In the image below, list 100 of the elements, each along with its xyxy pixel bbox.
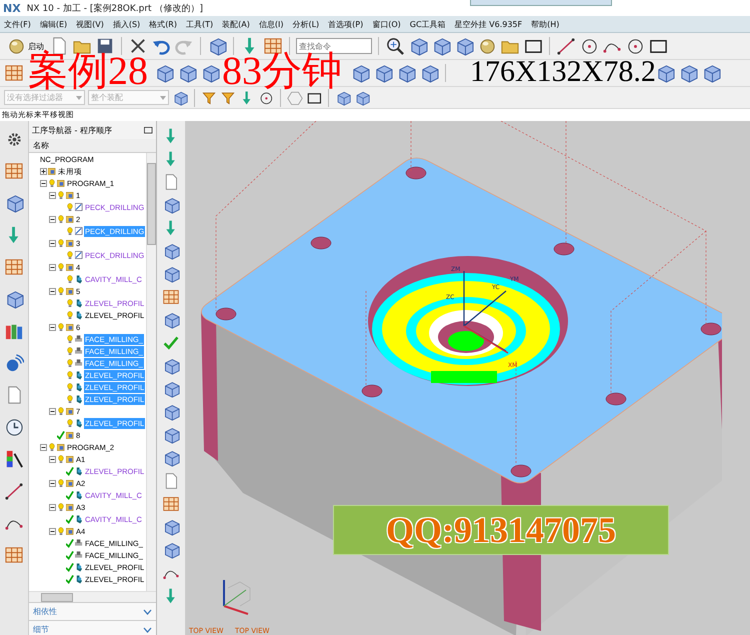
menu-item[interactable]: 窗口(O) (372, 18, 401, 30)
grid-icon[interactable] (4, 257, 24, 277)
cube-icon[interactable] (162, 518, 180, 536)
case-caption: 案例28 (28, 51, 148, 91)
grid-icon[interactable] (4, 63, 24, 83)
collapse-icon[interactable] (49, 504, 56, 510)
cube-icon[interactable] (162, 403, 180, 421)
folder-icon (66, 190, 74, 200)
menu-item[interactable]: 信息(I) (258, 18, 284, 30)
grid-icon[interactable] (162, 288, 180, 306)
tool-icon (75, 418, 83, 428)
dimension-caption: 176X132X78.2 (470, 54, 656, 90)
folder-icon (66, 526, 74, 536)
chevron-icon[interactable] (143, 608, 152, 614)
tool-icon (75, 466, 83, 476)
expand-icon[interactable] (40, 168, 47, 174)
menu-item[interactable]: 编辑(E) (40, 18, 68, 30)
chevron-icon[interactable] (143, 626, 152, 632)
line-icon[interactable] (4, 481, 24, 501)
folder-icon (66, 286, 74, 296)
tool-icon (75, 298, 83, 308)
tool-icon (75, 490, 83, 500)
folder-icon (66, 478, 74, 488)
window-title: NX 10 - 加工 - [案例28OK.prt （修改的）] (26, 2, 203, 14)
section-title[interactable]: 细节 (33, 624, 49, 635)
check-icon[interactable] (162, 334, 180, 352)
tool-icon (75, 370, 83, 380)
cube-icon[interactable] (162, 196, 180, 214)
cube-icon[interactable] (162, 357, 180, 375)
maximize-icon[interactable] (143, 125, 153, 135)
app-logo: NX (3, 2, 21, 14)
circle-icon[interactable] (258, 90, 274, 106)
tool-icon (75, 574, 83, 584)
collapse-icon[interactable] (49, 216, 56, 222)
cube-icon[interactable] (162, 380, 180, 398)
collapse-icon[interactable] (49, 456, 56, 462)
funnel-icon[interactable] (201, 90, 217, 106)
collapse-icon[interactable] (49, 240, 56, 246)
contact-banner: QQ:913147075 (333, 505, 669, 555)
clock-icon[interactable] (4, 417, 24, 437)
folder-icon (57, 178, 65, 188)
menu-item[interactable]: 帮助(H) (531, 18, 560, 30)
menu-item[interactable]: 工具(T) (186, 18, 214, 30)
menu-item[interactable]: 文件(F) (4, 18, 31, 30)
section-title[interactable]: 相依性 (33, 606, 57, 617)
folder-icon (66, 322, 74, 332)
folder-icon (66, 454, 74, 464)
cube-icon[interactable] (162, 541, 180, 559)
info-icon[interactable] (4, 353, 24, 373)
folder-icon (66, 502, 74, 512)
cube-icon[interactable] (172, 90, 188, 106)
cube-icon[interactable] (335, 90, 351, 106)
collapse-icon[interactable] (49, 528, 56, 534)
panel-title: 工序导航器 - 程序顺序 (32, 124, 112, 136)
menu-item[interactable]: 分析(L) (292, 18, 320, 30)
menu-item[interactable]: 格式(R) (149, 18, 177, 30)
tool-icon (75, 310, 83, 320)
tool-icon (75, 274, 83, 284)
cube-icon[interactable] (354, 90, 370, 106)
collapse-icon[interactable] (49, 480, 56, 486)
folder-icon (57, 442, 65, 452)
tool-icon (75, 382, 83, 392)
collapse-icon[interactable] (49, 324, 56, 330)
zoom-icon[interactable] (385, 36, 405, 56)
cube-icon[interactable] (162, 426, 180, 444)
folder-icon (48, 166, 56, 176)
menu-item[interactable]: 装配(A) (222, 18, 250, 30)
grid-icon[interactable] (4, 545, 24, 565)
folder-icon (66, 262, 74, 272)
menu-item[interactable]: 插入(S) (112, 18, 140, 30)
tool-icon (75, 514, 83, 524)
tool-icon (75, 562, 83, 572)
collapse-icon[interactable] (49, 288, 56, 294)
folder-icon (66, 214, 74, 224)
menu-item[interactable]: 视图(V) (76, 18, 104, 30)
cube-icon[interactable] (162, 311, 180, 329)
menu-item[interactable]: 首选项(P) (328, 18, 364, 30)
collapse-icon[interactable] (40, 180, 47, 186)
menu-item[interactable]: 星空外挂 V6.935F (454, 18, 522, 30)
grid-icon[interactable] (4, 161, 24, 181)
collapse-icon[interactable] (40, 444, 47, 450)
color-bar-icon[interactable] (4, 449, 24, 469)
cube-icon[interactable] (162, 242, 180, 260)
duration-caption: 83分钟 (222, 51, 342, 91)
folder-icon (66, 430, 74, 440)
folder-icon (66, 406, 74, 416)
tool-icon (75, 394, 83, 404)
cube-icon[interactable] (162, 265, 180, 283)
folder-icon (66, 238, 74, 248)
column-header[interactable]: 名称 (29, 139, 156, 153)
collapse-icon[interactable] (49, 192, 56, 198)
horizontal-scrollbar[interactable] (29, 591, 156, 602)
line-icon[interactable] (556, 36, 576, 56)
funnel-icon[interactable] (220, 90, 236, 106)
cube-icon[interactable] (162, 449, 180, 467)
menu-item[interactable]: GC工具箱 (410, 18, 446, 30)
collapse-icon[interactable] (49, 264, 56, 270)
grid-icon[interactable] (162, 495, 180, 513)
vertical-scrollbar[interactable] (146, 153, 156, 591)
collapse-icon[interactable] (49, 408, 56, 414)
